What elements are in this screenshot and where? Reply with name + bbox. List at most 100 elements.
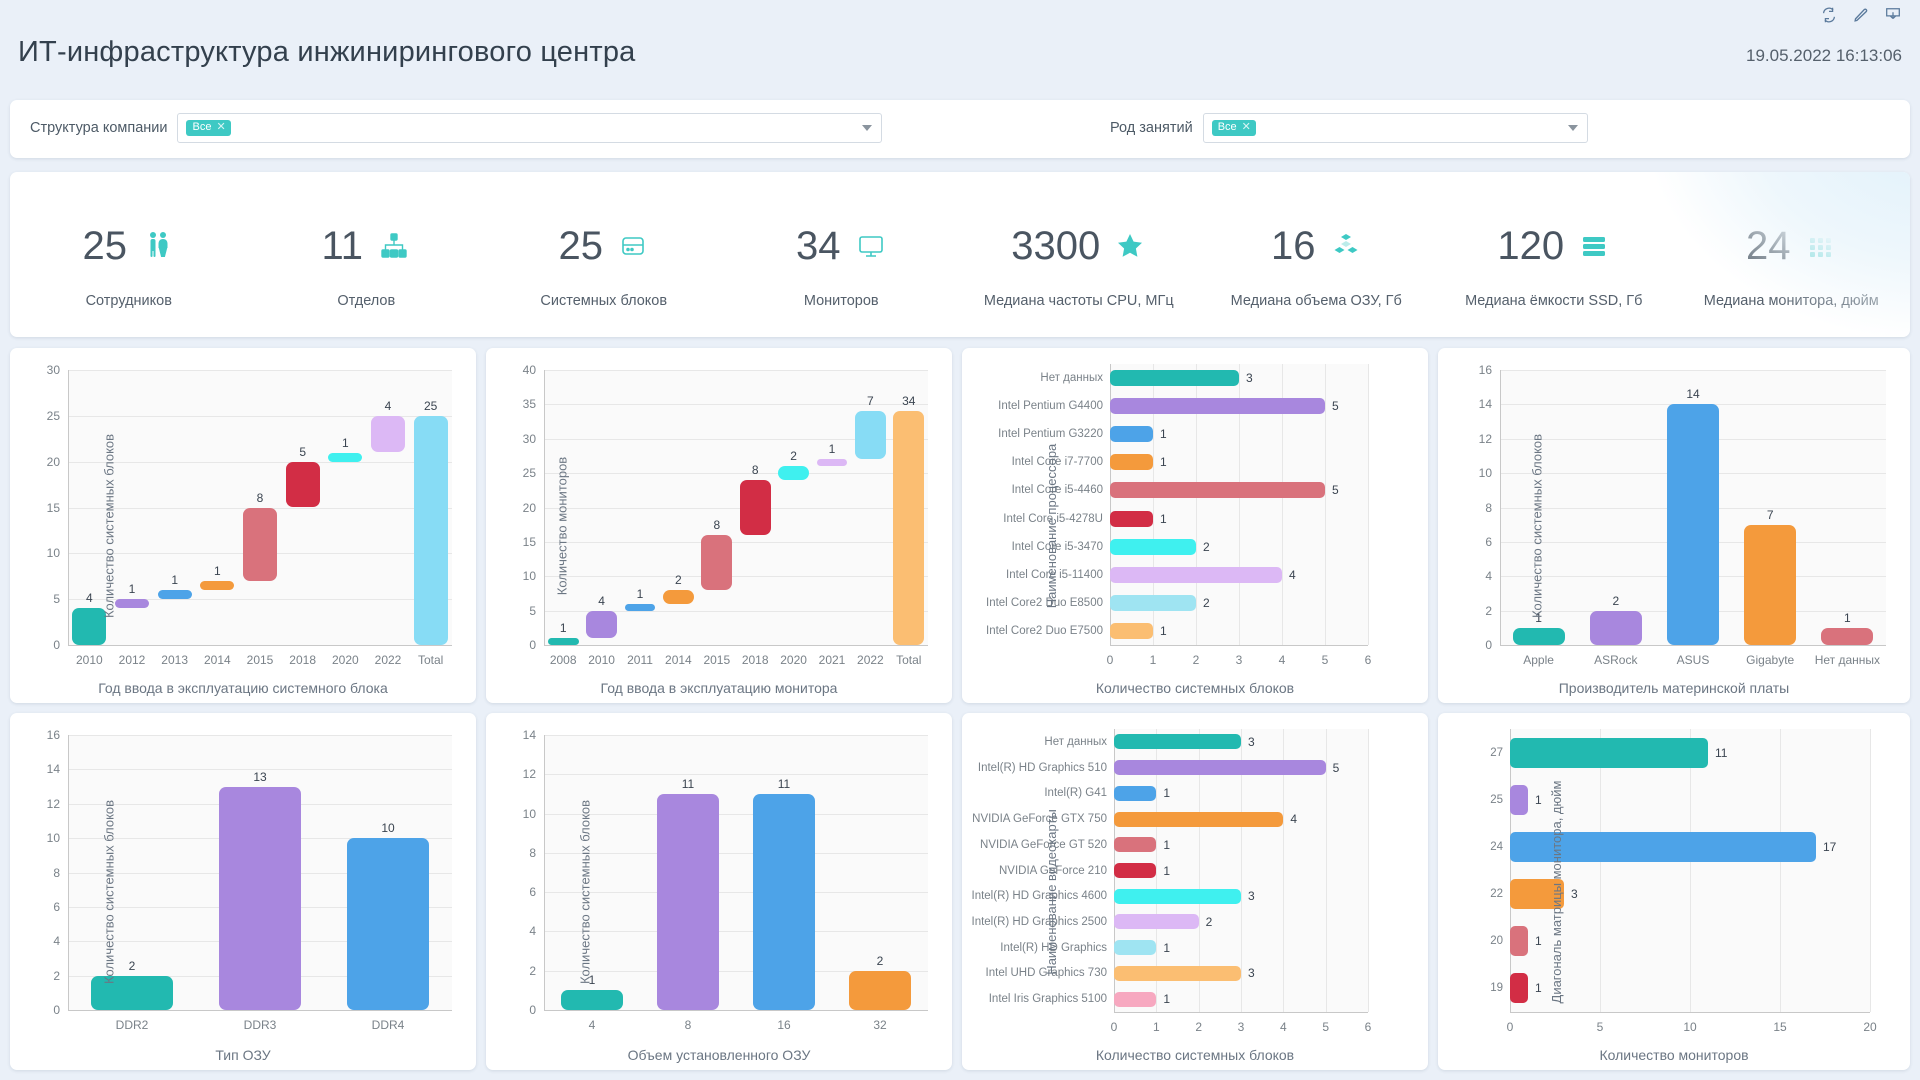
- chart-card-monitors-by-year[interactable]: 0510152025303540120084201012011220148201…: [486, 348, 952, 703]
- bar[interactable]: [778, 466, 809, 480]
- chevron-down-icon[interactable]: [862, 125, 872, 131]
- bar[interactable]: [1114, 966, 1241, 981]
- bar[interactable]: [286, 462, 320, 508]
- close-icon[interactable]: ✕: [1242, 122, 1251, 133]
- y-axis-tick: NVIDIA GeForce GT 520: [962, 839, 1107, 851]
- y-axis-tick: 14: [486, 728, 536, 742]
- filter-chip[interactable]: Все ✕: [186, 120, 230, 136]
- chevron-down-icon[interactable]: [1568, 125, 1578, 131]
- close-icon[interactable]: ✕: [216, 122, 225, 133]
- bar[interactable]: [1110, 398, 1325, 414]
- chart-card-motherboard-vendors[interactable]: 02468101214161Apple2ASRock14ASUS7Gigabyt…: [1438, 348, 1910, 703]
- bar[interactable]: [1114, 734, 1241, 749]
- bar[interactable]: [740, 480, 771, 535]
- bar[interactable]: [414, 416, 448, 645]
- filter-company-structure-select[interactable]: Все ✕: [177, 113, 882, 143]
- bar[interactable]: [1110, 623, 1153, 639]
- bar[interactable]: [200, 581, 234, 590]
- y-axis-tick: 10: [1438, 466, 1492, 480]
- bar[interactable]: [625, 604, 656, 611]
- bar[interactable]: [158, 590, 192, 599]
- bar[interactable]: [1110, 426, 1153, 442]
- y-axis-tick: 0: [486, 638, 536, 652]
- chart-card-cpu-models[interactable]: 01234563Нет данных5Intel Pentium G44001I…: [962, 348, 1428, 703]
- y-axis-tick: 22: [1438, 888, 1503, 900]
- y-axis-tick: 10: [486, 569, 536, 583]
- filter-chip[interactable]: Все ✕: [1212, 120, 1256, 136]
- bar[interactable]: [1510, 785, 1528, 815]
- bar[interactable]: [817, 459, 848, 466]
- server-icon: [1578, 230, 1610, 262]
- bar-value-label: 34: [902, 394, 915, 408]
- bar[interactable]: [1590, 611, 1642, 645]
- bar-value-label: 1: [560, 621, 567, 635]
- bar[interactable]: [1821, 628, 1873, 645]
- bar-value-label: 2: [877, 954, 884, 968]
- bar[interactable]: [347, 838, 429, 1010]
- bar[interactable]: [1110, 595, 1196, 611]
- bar[interactable]: [1114, 760, 1326, 775]
- chart-card-systemblocks-by-year[interactable]: 0510152025304201012012120131201482015520…: [10, 348, 476, 703]
- filter-occupation-select[interactable]: Все ✕: [1203, 113, 1588, 143]
- bar[interactable]: [1114, 992, 1156, 1007]
- kpi-strip: 25 Сотрудников 11: [10, 172, 1910, 337]
- bar[interactable]: [1114, 863, 1156, 878]
- bar[interactable]: [115, 599, 149, 608]
- y-axis-tick: 25: [10, 409, 60, 423]
- y-axis-tick: 2: [486, 964, 536, 978]
- bar-value-label: 7: [867, 394, 874, 408]
- bar[interactable]: [849, 971, 911, 1010]
- y-axis-tick: 12: [10, 797, 60, 811]
- bar[interactable]: [1114, 940, 1156, 955]
- bar[interactable]: [243, 508, 277, 581]
- bar[interactable]: [1114, 889, 1241, 904]
- bar[interactable]: [663, 590, 694, 604]
- bar[interactable]: [1510, 926, 1528, 956]
- bar[interactable]: [586, 611, 617, 639]
- bar[interactable]: [1510, 738, 1708, 768]
- bar[interactable]: [753, 794, 815, 1010]
- bar[interactable]: [1667, 404, 1719, 645]
- refresh-icon[interactable]: [1820, 6, 1838, 24]
- download-icon[interactable]: [1884, 6, 1902, 24]
- bar[interactable]: [1110, 482, 1325, 498]
- bar[interactable]: [1114, 786, 1156, 801]
- bar[interactable]: [1110, 370, 1239, 386]
- bar-value-label: 1: [1844, 611, 1851, 625]
- x-axis-tick: 2020: [780, 653, 807, 667]
- y-axis-tick: 14: [10, 762, 60, 776]
- y-axis-tick: 2: [10, 969, 60, 983]
- edit-pencil-icon[interactable]: [1852, 6, 1870, 24]
- bar[interactable]: [1744, 525, 1796, 645]
- chart-card-ram-type[interactable]: 02468101214162DDR213DDR310DDR4Тип ОЗУКол…: [10, 713, 476, 1070]
- bar[interactable]: [1114, 812, 1283, 827]
- bar[interactable]: [1513, 628, 1565, 645]
- chart-card-monitor-diagonal[interactable]: 0510152011271251724322120119Количество м…: [1438, 713, 1910, 1070]
- bar-value-label: 2: [675, 573, 682, 587]
- bar[interactable]: [1114, 914, 1199, 929]
- chart-card-gpu-models[interactable]: 01234563Нет данных5Intel(R) HD Graphics …: [962, 713, 1428, 1070]
- bar[interactable]: [657, 794, 719, 1010]
- bar[interactable]: [701, 535, 732, 590]
- x-axis-tick: 2008: [550, 653, 577, 667]
- bar[interactable]: [1110, 567, 1282, 583]
- bar[interactable]: [855, 411, 886, 459]
- bar[interactable]: [893, 411, 924, 645]
- y-axis-tick: 5: [486, 604, 536, 618]
- bar[interactable]: [328, 453, 362, 462]
- x-axis-tick: 2010: [76, 653, 103, 667]
- bar[interactable]: [1114, 837, 1156, 852]
- y-axis-tick: 8: [486, 846, 536, 860]
- bar[interactable]: [371, 416, 405, 453]
- bar[interactable]: [219, 787, 301, 1010]
- x-axis-tick: 4: [589, 1018, 596, 1032]
- bar[interactable]: [1110, 511, 1153, 527]
- bar[interactable]: [561, 990, 623, 1010]
- bar[interactable]: [1510, 973, 1528, 1003]
- bar[interactable]: [548, 638, 579, 645]
- bar[interactable]: [1110, 539, 1196, 555]
- bar[interactable]: [1110, 454, 1153, 470]
- chart-card-ram-volume[interactable]: 02468101214141181116232Объем установленн…: [486, 713, 952, 1070]
- y-axis-title: Диагональ матрицы монитора, дюйм: [1549, 780, 1564, 1003]
- bar-value-label: 11: [1715, 746, 1727, 760]
